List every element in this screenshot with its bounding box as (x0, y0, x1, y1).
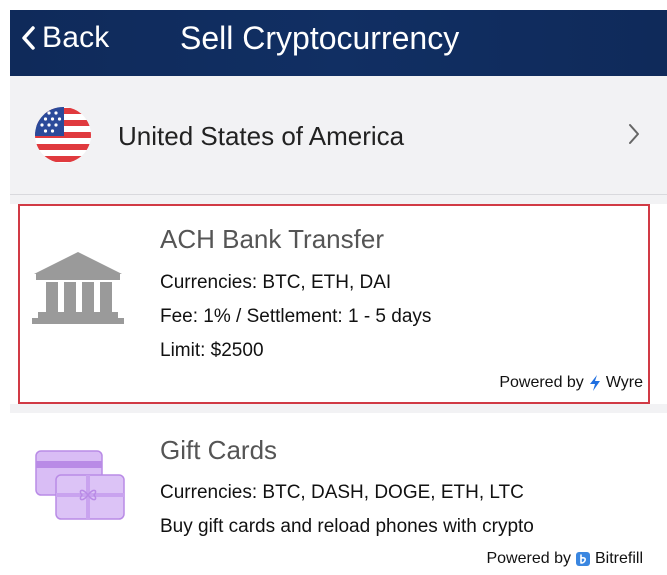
us-flag-icon (35, 107, 91, 163)
method-title: ACH Bank Transfer (160, 224, 384, 254)
method-currencies: Currencies: BTC, ETH, DAI (160, 272, 392, 293)
chevron-right-icon (629, 124, 639, 144)
provider-name: Bitrefill (594, 550, 643, 567)
country-name: United States of America (118, 121, 405, 151)
payment-method-ach[interactable]: ACH Bank Transfer Currencies: BTC, ETH, … (10, 204, 667, 404)
method-title: Gift Cards (160, 435, 278, 465)
bank-icon (32, 252, 124, 324)
method-fee: Fee: 1% / Settlement: 1 - 5 days (160, 306, 432, 327)
method-limit: Limit: $2500 (160, 340, 264, 361)
powered-by: Powered by Wyre (499, 374, 643, 392)
section-divider (10, 404, 667, 413)
back-label: Back (42, 21, 110, 54)
nav-header: Back Sell Cryptocurrency (10, 10, 667, 76)
gift-card-icon (35, 450, 125, 520)
powered-by: Powered by Bitrefill (486, 550, 643, 568)
method-description: Buy gift cards and reload phones with cr… (160, 516, 534, 537)
chevron-left-icon (22, 26, 35, 50)
page-title: Sell Cryptocurrency (180, 19, 460, 56)
back-button[interactable]: Back (20, 10, 110, 66)
provider-name: Wyre (605, 374, 643, 391)
bitrefill-logo-icon (575, 552, 590, 566)
powered-by-label: Powered by (499, 374, 584, 391)
powered-by-label: Powered by (486, 550, 571, 567)
country-selector[interactable]: United States of America (10, 76, 667, 195)
app-frame: Back Sell Cryptocurrency United States o… (10, 10, 667, 575)
method-currencies: Currencies: BTC, DASH, DOGE, ETH, LTC (160, 482, 524, 503)
payment-method-gift-cards[interactable]: Gift Cards Currencies: BTC, DASH, DOGE, … (10, 413, 667, 575)
wyre-logo-icon (589, 375, 600, 391)
